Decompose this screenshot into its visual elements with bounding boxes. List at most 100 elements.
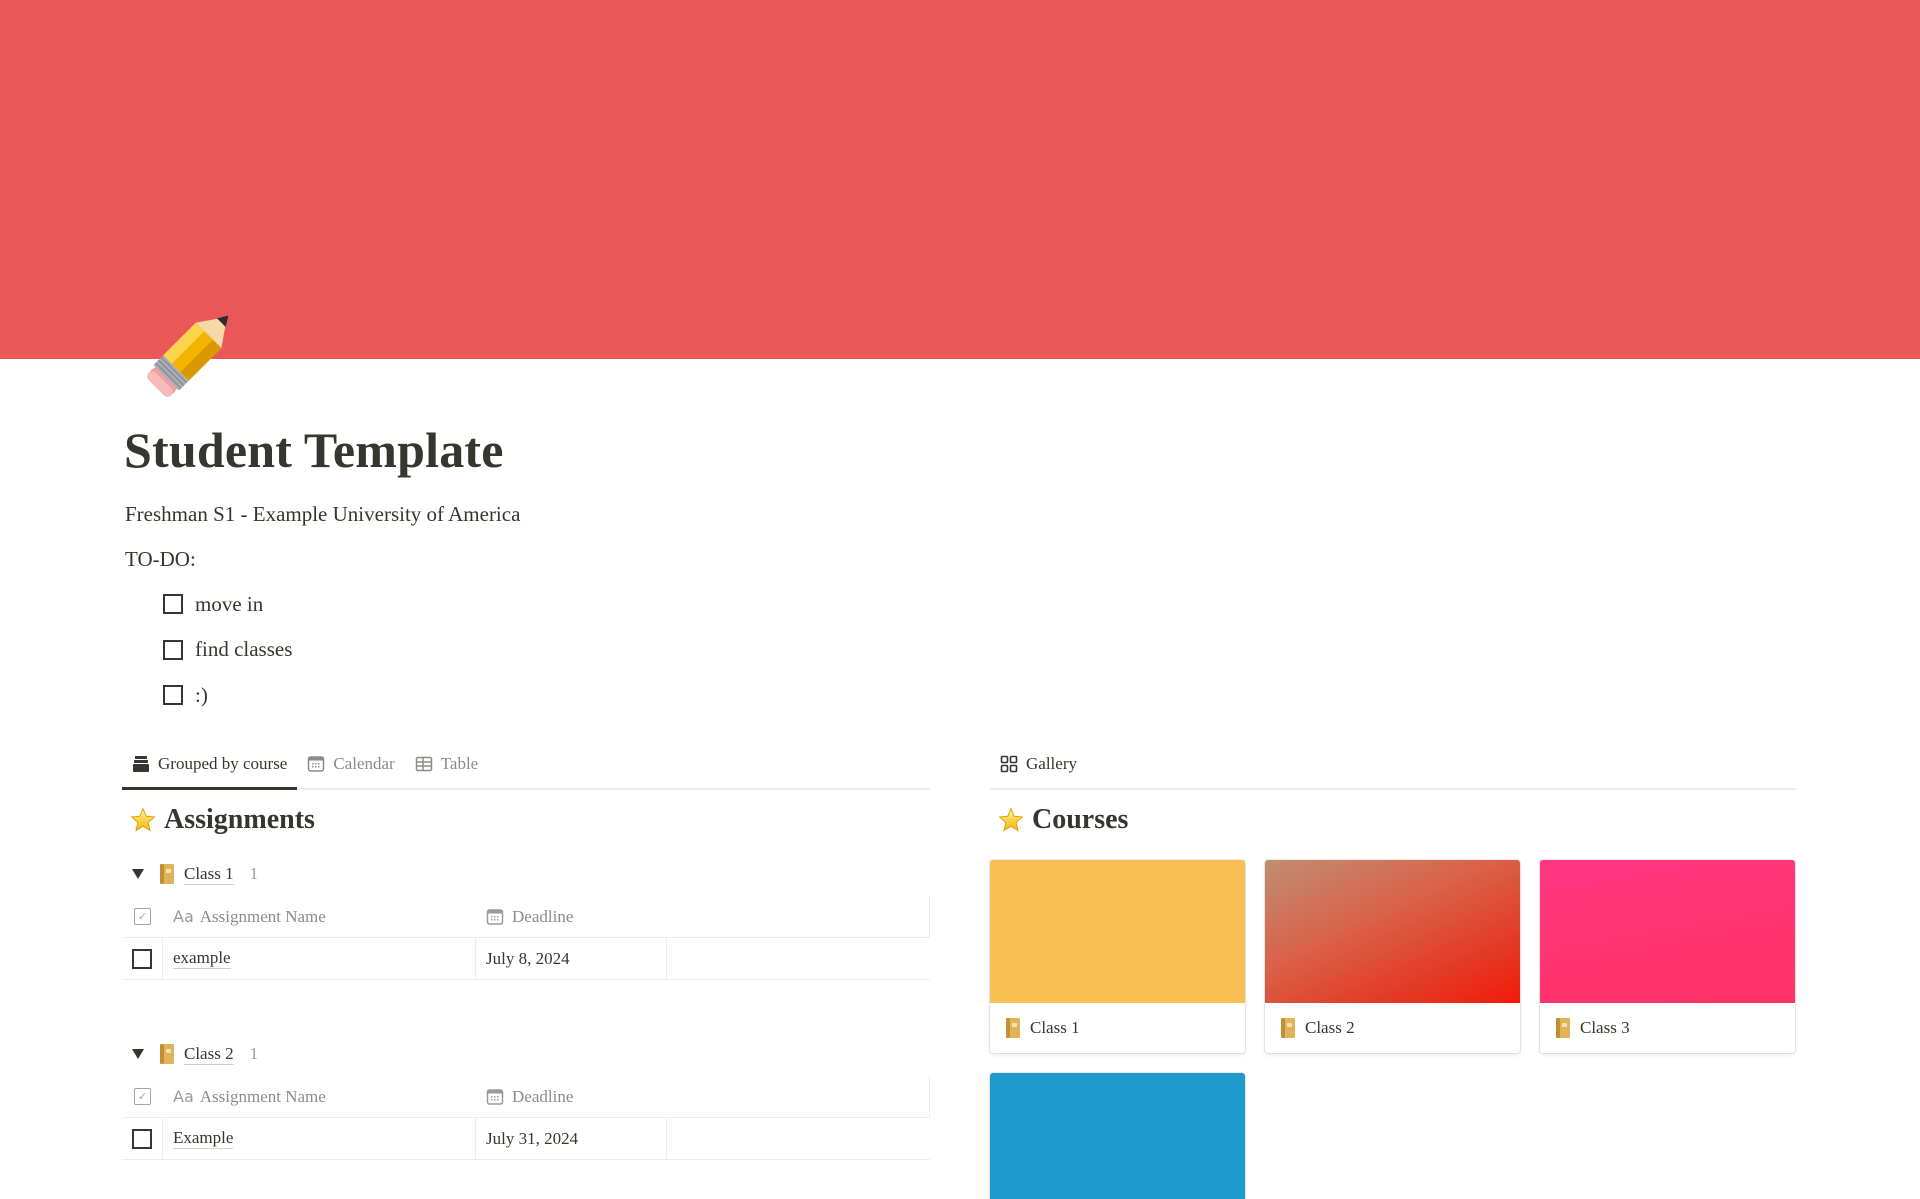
- todo-text[interactable]: find classes: [195, 637, 292, 662]
- card-cover: [1540, 860, 1795, 1003]
- table-row: Example July 31, 2024: [122, 1118, 930, 1160]
- todo-item: find classes: [163, 636, 292, 664]
- star-icon: [998, 807, 1024, 832]
- name-cell[interactable]: example: [163, 938, 476, 979]
- tab-calendar[interactable]: Calendar: [297, 740, 404, 788]
- card-title: Class 3: [1580, 1018, 1630, 1037]
- group-name[interactable]: Class 2: [184, 1044, 234, 1065]
- column-label: Assignment Name: [199, 1086, 326, 1106]
- group-header-class-2: Class 2 1: [122, 1038, 930, 1070]
- calendar-icon: [308, 756, 325, 772]
- assignments-table: ✓ Aa Assignment Name Deadline example Ju…: [122, 896, 930, 980]
- card-cover: [1265, 860, 1520, 1003]
- page-subtitle[interactable]: Freshman S1 - Example University of Amer…: [125, 500, 520, 528]
- page-title[interactable]: Student Template: [124, 418, 504, 482]
- group-name[interactable]: Class 1: [184, 864, 234, 885]
- assignments-table: ✓ Aa Assignment Name Deadline Example Ju…: [122, 1076, 930, 1160]
- row-checkbox[interactable]: [132, 948, 152, 969]
- name-column-header[interactable]: Aa Assignment Name: [163, 896, 476, 937]
- column-label: Deadline: [512, 906, 574, 926]
- assignments-database: Grouped by course Calendar Table Assignm…: [122, 740, 930, 1160]
- pencil-icon[interactable]: [126, 298, 246, 418]
- card-title: Class 1: [1030, 1018, 1080, 1037]
- course-card[interactable]: Class 3: [1540, 860, 1795, 1053]
- tab-grouped-by-course[interactable]: Grouped by course: [122, 740, 298, 790]
- table-row: example July 8, 2024: [122, 938, 930, 980]
- tab-label: Grouped by course: [158, 754, 288, 773]
- assignments-title-text: Assignments: [164, 804, 315, 835]
- course-card[interactable]: Class 1: [990, 860, 1245, 1053]
- calendar-icon: [486, 908, 504, 925]
- book-icon: [1006, 1018, 1020, 1038]
- card-title: Class 2: [1305, 1018, 1355, 1037]
- courses-title[interactable]: Courses: [990, 796, 1796, 844]
- todo-checkbox[interactable]: [163, 594, 183, 614]
- empty-column: [667, 1076, 930, 1117]
- gallery-icon: [1000, 755, 1018, 773]
- deadline-column-header[interactable]: Deadline: [476, 896, 667, 937]
- todo-item: :): [163, 681, 292, 709]
- table-header: ✓ Aa Assignment Name Deadline: [122, 1076, 930, 1118]
- book-icon: [160, 864, 174, 884]
- stack-icon: [133, 756, 149, 772]
- row-checkbox-cell: [122, 938, 163, 979]
- tab-label: Table: [440, 754, 479, 773]
- courses-gallery: Class 1 Class 2 Class 3: [990, 860, 1796, 1199]
- table-header: ✓ Aa Assignment Name Deadline: [122, 896, 930, 938]
- card-body: Class 2: [1265, 1003, 1520, 1053]
- checkbox-column-header[interactable]: ✓: [122, 896, 163, 937]
- table-icon: [415, 756, 432, 772]
- assignments-title[interactable]: Assignments: [122, 796, 930, 844]
- card-body: Class 1: [990, 1003, 1245, 1053]
- deadline-column-header[interactable]: Deadline: [476, 1076, 667, 1117]
- text-property-icon: Aa: [173, 1087, 194, 1106]
- calendar-icon: [486, 1088, 504, 1105]
- todo-text[interactable]: :): [195, 683, 208, 708]
- courses-database: Gallery .db-right .tab.active::after{dis…: [990, 740, 1796, 1199]
- row-checkbox-cell: [122, 1118, 163, 1159]
- assignment-name[interactable]: example: [173, 948, 231, 969]
- book-icon: [160, 1044, 174, 1064]
- card-body: Class 3: [1540, 1003, 1795, 1053]
- collapse-toggle-icon[interactable]: [132, 1049, 144, 1059]
- text-property-icon: Aa: [173, 907, 194, 926]
- name-column-header[interactable]: Aa Assignment Name: [163, 1076, 476, 1117]
- todo-item: move in: [163, 590, 292, 618]
- checkbox-column-header[interactable]: ✓: [122, 1076, 163, 1117]
- name-cell[interactable]: Example: [163, 1118, 476, 1159]
- column-label: Deadline: [512, 1086, 574, 1106]
- book-icon: [1556, 1018, 1570, 1038]
- empty-cell: [667, 938, 930, 979]
- deadline-cell[interactable]: July 31, 2024: [476, 1118, 667, 1159]
- tab-label: Calendar: [333, 754, 395, 773]
- todo-list: move in find classes :): [163, 590, 292, 727]
- tab-table[interactable]: Table: [405, 740, 489, 788]
- course-card[interactable]: Class 2: [1265, 860, 1520, 1053]
- group-header-class-1: Class 1 1: [122, 858, 930, 890]
- todo-checkbox[interactable]: [163, 685, 183, 705]
- group-count: 1: [249, 864, 259, 883]
- row-checkbox[interactable]: [132, 1128, 152, 1149]
- page-cover[interactable]: [0, 0, 1920, 359]
- star-icon: [130, 807, 156, 832]
- empty-cell: [667, 1118, 930, 1159]
- courses-title-text: Courses: [1032, 804, 1129, 835]
- group-count: 1: [249, 1044, 259, 1063]
- todo-text[interactable]: move in: [195, 592, 263, 617]
- book-icon: [1281, 1018, 1295, 1038]
- todo-heading[interactable]: TO-DO:: [125, 545, 196, 573]
- collapse-toggle-icon[interactable]: [132, 869, 144, 879]
- assignment-name[interactable]: Example: [173, 1128, 234, 1149]
- checkbox-property-icon: ✓: [134, 1088, 151, 1105]
- tab-label: Gallery: [1026, 754, 1077, 773]
- course-card[interactable]: [990, 1073, 1245, 1199]
- tab-gallery[interactable]: Gallery: [990, 740, 1087, 788]
- card-cover: [990, 860, 1245, 1003]
- courses-view-tabs: Gallery: [990, 740, 1796, 790]
- empty-column: [667, 896, 930, 937]
- card-cover: [990, 1073, 1245, 1199]
- todo-checkbox[interactable]: [163, 639, 183, 660]
- assignments-view-tabs: Grouped by course Calendar Table: [122, 740, 930, 790]
- column-label: Assignment Name: [199, 906, 326, 926]
- deadline-cell[interactable]: July 8, 2024: [476, 938, 667, 979]
